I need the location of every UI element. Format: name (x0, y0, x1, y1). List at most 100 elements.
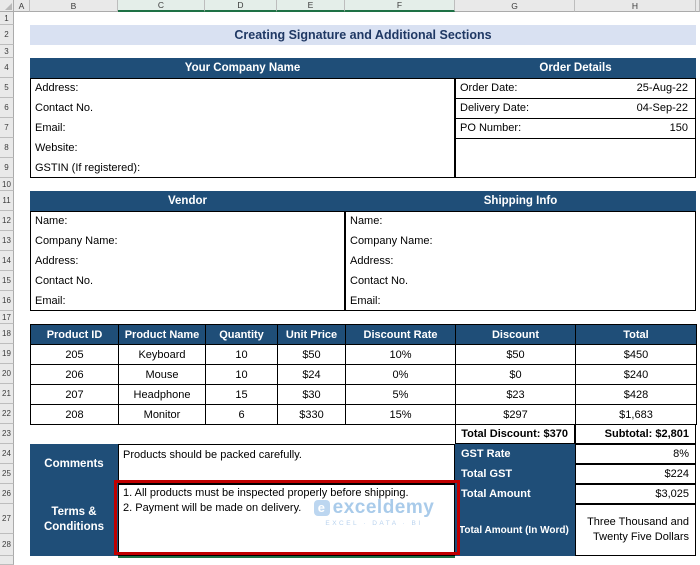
discount-rate-header[interactable]: Discount Rate (346, 325, 456, 345)
product-cell[interactable]: 10 (206, 345, 278, 365)
row-header-25[interactable]: 25 (0, 464, 14, 484)
row-header-5[interactable]: 5 (0, 78, 14, 98)
column-header-F[interactable]: F (345, 0, 455, 12)
shipping-info-header-cell[interactable]: Shipping Info (345, 191, 696, 211)
product-cell[interactable]: 10 (206, 365, 278, 385)
column-header-G[interactable]: G (455, 0, 575, 12)
product-cell[interactable]: $428 (576, 385, 697, 405)
gst-rate-value-cell[interactable]: 8% (575, 444, 696, 464)
po-number-label[interactable]: PO Number: (456, 119, 574, 138)
row-header-14[interactable]: 14 (0, 251, 14, 271)
comments-label-cell[interactable]: Comments (30, 444, 118, 484)
quantity-header[interactable]: Quantity (206, 325, 278, 345)
po-number-value[interactable]: 150 (574, 119, 695, 138)
row-header-7[interactable]: 7 (0, 118, 14, 138)
product-cell[interactable]: 207 (31, 385, 119, 405)
product-cell[interactable]: $0 (456, 365, 576, 385)
total-header[interactable]: Total (576, 325, 697, 345)
product-cell[interactable]: $50 (278, 345, 346, 365)
delivery-date-value[interactable]: 04-Sep-22 (574, 99, 695, 118)
vendor-header-cell[interactable]: Vendor (30, 191, 345, 211)
row-header-16[interactable]: 16 (0, 291, 14, 311)
product-cell[interactable]: Keyboard (119, 345, 206, 365)
column-header-B[interactable]: B (30, 0, 118, 12)
product-cell[interactable]: $30 (278, 385, 346, 405)
product-cell[interactable]: $330 (278, 405, 346, 425)
order-date-label[interactable]: Order Date: (456, 79, 574, 98)
product-cell[interactable]: 205 (31, 345, 119, 365)
product-cell[interactable]: $1,683 (576, 405, 697, 425)
column-header-E[interactable]: E (277, 0, 345, 12)
company-gstin-cell[interactable]: GSTIN (If registered): (31, 159, 454, 177)
row-header-24[interactable]: 24 (0, 444, 14, 464)
product-cell[interactable]: 206 (31, 365, 119, 385)
worksheet-title-cell[interactable]: Creating Signature and Additional Sectio… (30, 25, 696, 45)
company-contact-cell[interactable]: Contact No. (31, 99, 454, 119)
product-cell[interactable]: $240 (576, 365, 697, 385)
terms-label-cell[interactable]: Terms & Conditions (30, 484, 118, 556)
row-header-27[interactable]: 27 (0, 504, 14, 534)
product-cell[interactable]: $24 (278, 365, 346, 385)
product-cell[interactable]: 5% (346, 385, 456, 405)
shipping-name-cell[interactable]: Name: (346, 212, 695, 232)
row-header-9[interactable]: 9 (0, 158, 14, 178)
product-cell[interactable]: $23 (456, 385, 576, 405)
total-discount-cell[interactable]: Total Discount: $370 (455, 424, 575, 444)
product-cell[interactable]: Headphone (119, 385, 206, 405)
column-header-C[interactable]: C (118, 0, 205, 12)
row-header-1[interactable]: 1 (0, 12, 14, 25)
product-cell[interactable]: Mouse (119, 365, 206, 385)
row-header-8[interactable]: 8 (0, 138, 14, 158)
gst-rate-label-cell[interactable]: GST Rate (455, 444, 575, 464)
shipping-address-cell[interactable]: Address: (346, 252, 695, 272)
column-header-A[interactable]: A (14, 0, 30, 12)
order-date-value[interactable]: 25-Aug-22 (574, 79, 695, 98)
row-header-18[interactable]: 18 (0, 324, 14, 344)
column-header-H[interactable]: H (575, 0, 696, 12)
row-header-4[interactable]: 4 (0, 58, 14, 78)
discount-header[interactable]: Discount (456, 325, 576, 345)
row-header-10[interactable]: 10 (0, 178, 14, 191)
row-header-26[interactable]: 26 (0, 484, 14, 504)
product-cell[interactable]: $297 (456, 405, 576, 425)
row-header-3[interactable]: 3 (0, 45, 14, 58)
total-amount-label-cell[interactable]: Total Amount (455, 484, 575, 504)
row-header-17[interactable]: 17 (0, 311, 14, 324)
order-details-header-cell[interactable]: Order Details (455, 58, 696, 78)
product-cell[interactable]: 0% (346, 365, 456, 385)
subtotal-cell[interactable]: Subtotal: $2,801 (575, 424, 696, 444)
product-cell[interactable]: $450 (576, 345, 697, 365)
company-website-cell[interactable]: Website: (31, 139, 454, 159)
row-header-20[interactable]: 20 (0, 364, 14, 384)
product-cell[interactable]: Monitor (119, 405, 206, 425)
company-name-header-cell[interactable]: Your Company Name (30, 58, 455, 78)
product-cell[interactable]: $50 (456, 345, 576, 365)
row-header-13[interactable]: 13 (0, 231, 14, 251)
total-gst-value-cell[interactable]: $224 (575, 464, 696, 484)
row-header-21[interactable]: 21 (0, 384, 14, 404)
comments-text-cell[interactable]: Products should be packed carefully. (118, 444, 455, 484)
row-header-23[interactable]: 23 (0, 424, 14, 444)
company-email-cell[interactable]: Email: (31, 119, 454, 139)
product-name-header[interactable]: Product Name (119, 325, 206, 345)
amount-in-words-value-cell[interactable]: Three Thousand and Twenty Five Dollars (575, 504, 696, 556)
product-cell[interactable]: 208 (31, 405, 119, 425)
delivery-date-label[interactable]: Delivery Date: (456, 99, 574, 118)
row-header-15[interactable]: 15 (0, 271, 14, 291)
row-header-2[interactable]: 2 (0, 25, 14, 45)
row-header-19[interactable]: 19 (0, 344, 14, 364)
vendor-company-cell[interactable]: Company Name: (31, 232, 344, 252)
unit-price-header[interactable]: Unit Price (278, 325, 346, 345)
product-id-header[interactable]: Product ID (31, 325, 119, 345)
product-cell[interactable]: 10% (346, 345, 456, 365)
select-all-corner[interactable] (0, 0, 14, 12)
row-header-12[interactable]: 12 (0, 211, 14, 231)
shipping-contact-cell[interactable]: Contact No. (346, 272, 695, 292)
shipping-company-cell[interactable]: Company Name: (346, 232, 695, 252)
column-header-D[interactable]: D (205, 0, 277, 12)
product-cell[interactable]: 15% (346, 405, 456, 425)
amount-in-words-label-cell[interactable]: Total Amount (In Word) (455, 504, 575, 556)
vendor-email-cell[interactable]: Email: (31, 292, 344, 310)
terms-text-cell[interactable]: e exceldemy EXCEL · DATA · BI 1. All pro… (118, 484, 455, 556)
vendor-contact-cell[interactable]: Contact No. (31, 272, 344, 292)
